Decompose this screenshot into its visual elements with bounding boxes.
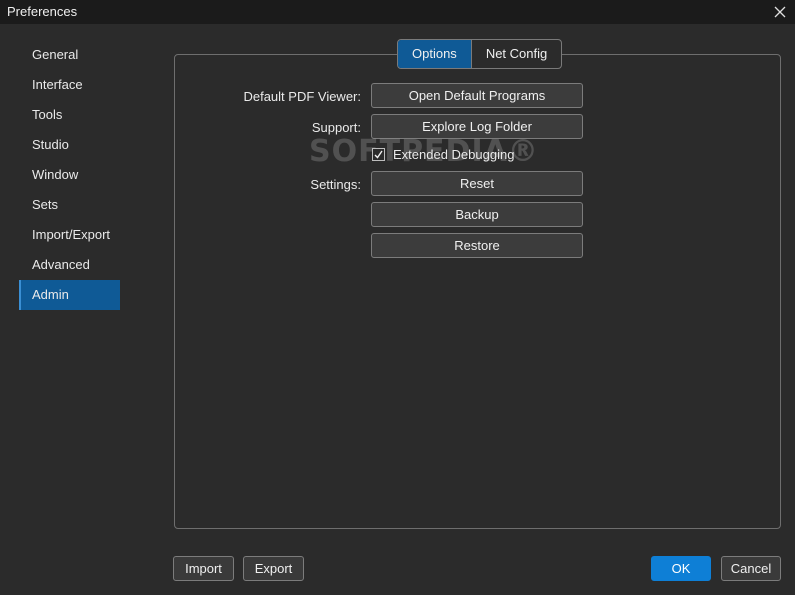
extended-debugging-label: Extended Debugging xyxy=(393,147,515,162)
default-pdf-viewer-label: Default PDF Viewer: xyxy=(243,89,361,104)
cancel-button[interactable]: Cancel xyxy=(721,556,781,581)
settings-label: Settings: xyxy=(310,177,361,192)
sidebar-nav: General Interface Tools Studio Window Se… xyxy=(19,40,120,310)
checkmark-icon xyxy=(374,150,383,159)
tab-bar: Options Net Config xyxy=(397,39,563,69)
sidebar-item-interface[interactable]: Interface xyxy=(19,70,120,100)
ok-button[interactable]: OK xyxy=(651,556,711,581)
extended-debugging-option: Extended Debugging xyxy=(372,147,514,162)
sidebar-item-sets[interactable]: Sets xyxy=(19,190,120,220)
sidebar-item-general[interactable]: General xyxy=(19,40,120,70)
sidebar-item-import-export[interactable]: Import/Export xyxy=(19,220,120,250)
backup-button[interactable]: Backup xyxy=(371,202,583,227)
extended-debugging-checkbox[interactable] xyxy=(372,148,385,161)
reset-button[interactable]: Reset xyxy=(371,171,583,196)
import-button[interactable]: Import xyxy=(173,556,234,581)
export-button[interactable]: Export xyxy=(243,556,304,581)
window-title: Preferences xyxy=(7,4,78,19)
support-label: Support: xyxy=(311,120,361,135)
open-default-programs-button[interactable]: Open Default Programs xyxy=(371,83,583,108)
restore-button[interactable]: Restore xyxy=(371,233,583,258)
tab-net-config[interactable]: Net Config xyxy=(472,40,561,68)
sidebar-item-tools[interactable]: Tools xyxy=(19,100,120,130)
close-button[interactable] xyxy=(765,0,795,24)
sidebar-item-admin[interactable]: Admin xyxy=(19,280,120,310)
tab-options[interactable]: Options xyxy=(398,40,472,68)
sidebar-item-window[interactable]: Window xyxy=(19,160,120,190)
sidebar-item-studio[interactable]: Studio xyxy=(19,130,120,160)
sidebar-item-advanced[interactable]: Advanced xyxy=(19,250,120,280)
title-bar: Preferences xyxy=(0,0,795,24)
close-icon xyxy=(774,6,786,18)
explore-log-folder-button[interactable]: Explore Log Folder xyxy=(371,114,583,139)
